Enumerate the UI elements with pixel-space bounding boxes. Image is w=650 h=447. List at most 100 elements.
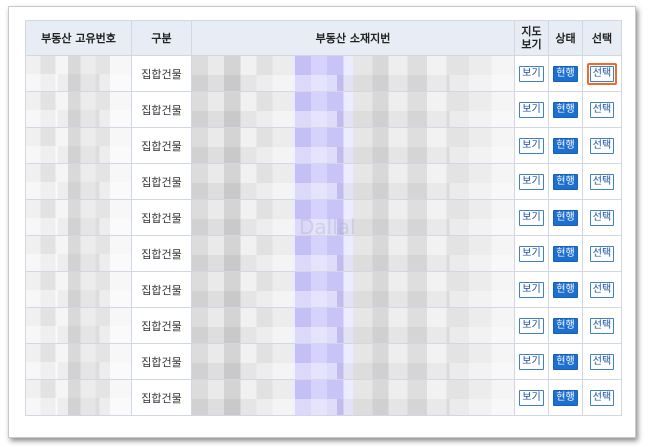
- status-badge[interactable]: 현행: [553, 245, 578, 262]
- header-map-line1: 지도: [521, 25, 542, 38]
- property-id-cell-redacted: [25, 163, 132, 200]
- select-cell: 선택: [582, 163, 622, 200]
- select-wrap: 선택: [588, 100, 616, 120]
- select-cell: 선택: [582, 199, 622, 236]
- map-view-button[interactable]: 보기: [519, 389, 544, 406]
- header-select: 선택: [582, 20, 622, 56]
- property-id-cell-redacted: [25, 55, 132, 92]
- select-cell: 선택: [582, 127, 622, 164]
- map-view-button[interactable]: 보기: [519, 209, 544, 226]
- select-cell: 선택: [582, 235, 622, 272]
- address-cell-redacted: [191, 235, 515, 272]
- type-cell: 집합건물: [131, 91, 192, 128]
- map-cell: 보기: [514, 379, 549, 416]
- select-wrap: 선택: [588, 244, 616, 264]
- type-cell: 집합건물: [131, 307, 192, 344]
- redacted-block: [26, 380, 131, 415]
- header-address: 부동산 소재지번: [191, 20, 515, 56]
- redacted-block: [26, 128, 131, 163]
- redacted-block: [192, 56, 514, 91]
- select-button[interactable]: 선택: [589, 209, 615, 226]
- select-wrap: 선택: [588, 388, 616, 408]
- property-id-cell-redacted: [25, 127, 132, 164]
- status-badge[interactable]: 현행: [553, 209, 578, 226]
- redacted-block: [26, 272, 131, 307]
- table-row: 집합건물 보기 현행 선택: [25, 163, 622, 200]
- select-cell: 선택: [582, 379, 622, 416]
- property-id-cell-redacted: [25, 199, 132, 236]
- map-view-button[interactable]: 보기: [519, 353, 544, 370]
- map-cell: 보기: [514, 235, 549, 272]
- map-cell: 보기: [514, 307, 549, 344]
- select-wrap: 선택: [588, 280, 616, 300]
- map-view-button[interactable]: 보기: [519, 281, 544, 298]
- redacted-block: [26, 92, 131, 127]
- table-row: 집합건물 보기 현행 선택: [25, 55, 622, 92]
- redacted-block: [26, 200, 131, 235]
- status-cell: 현행: [548, 307, 583, 344]
- map-view-button[interactable]: 보기: [519, 101, 544, 118]
- status-cell: 현행: [548, 271, 583, 308]
- status-badge[interactable]: 현행: [553, 101, 578, 118]
- status-badge[interactable]: 현행: [553, 65, 578, 82]
- status-cell: 현행: [548, 163, 583, 200]
- map-view-button[interactable]: 보기: [519, 245, 544, 262]
- type-cell: 집합건물: [131, 199, 192, 236]
- map-cell: 보기: [514, 199, 549, 236]
- property-id-cell-redacted: [25, 307, 132, 344]
- map-view-button[interactable]: 보기: [519, 317, 544, 334]
- header-map-line2: 보기: [521, 38, 542, 51]
- table-row: 집합건물 보기 현행 선택: [25, 91, 622, 128]
- select-cell: 선택: [582, 91, 622, 128]
- map-view-button[interactable]: 보기: [519, 173, 544, 190]
- status-cell: 현행: [548, 199, 583, 236]
- map-cell: 보기: [514, 271, 549, 308]
- select-button[interactable]: 선택: [589, 317, 615, 334]
- address-cell-redacted: [191, 91, 515, 128]
- property-results-table: 부동산 고유번호 구분 부동산 소재지번 지도 보기 상태 선택 집합건물 보기 현행…: [25, 20, 622, 416]
- address-cell-redacted: [191, 163, 515, 200]
- status-cell: 현행: [548, 235, 583, 272]
- select-wrap: 선택: [588, 172, 616, 192]
- select-cell: 선택: [582, 307, 622, 344]
- select-wrap: 선택: [588, 208, 616, 228]
- select-cell: 선택: [582, 343, 622, 380]
- map-view-button[interactable]: 보기: [519, 65, 544, 82]
- address-cell-redacted: [191, 379, 515, 416]
- status-cell: 현행: [548, 127, 583, 164]
- map-view-button[interactable]: 보기: [519, 137, 544, 154]
- type-cell: 집합건물: [131, 55, 192, 92]
- select-button[interactable]: 선택: [589, 245, 615, 262]
- select-button[interactable]: 선택: [589, 389, 615, 406]
- redacted-block: [192, 164, 514, 199]
- select-button[interactable]: 선택: [589, 353, 615, 370]
- status-badge[interactable]: 현행: [553, 389, 578, 406]
- select-wrap: 선택: [588, 352, 616, 372]
- property-id-cell-redacted: [25, 379, 132, 416]
- select-button[interactable]: 선택: [589, 137, 615, 154]
- redacted-block: [26, 56, 131, 91]
- status-cell: 현행: [548, 91, 583, 128]
- redacted-block: [192, 200, 514, 235]
- table-row: 집합건물 보기 현행 선택: [25, 271, 622, 308]
- select-button[interactable]: 선택: [589, 281, 615, 298]
- redacted-block: [192, 92, 514, 127]
- select-cell: 선택: [582, 271, 622, 308]
- redacted-block: [192, 236, 514, 271]
- table-header-row: 부동산 고유번호 구분 부동산 소재지번 지도 보기 상태 선택: [25, 20, 622, 56]
- status-cell: 현행: [548, 343, 583, 380]
- redacted-block: [26, 344, 131, 379]
- select-button[interactable]: 선택: [589, 65, 615, 82]
- status-badge[interactable]: 현행: [553, 137, 578, 154]
- table-row: 집합건물 보기 현행 선택: [25, 343, 622, 380]
- status-badge[interactable]: 현행: [553, 317, 578, 334]
- redacted-block: [192, 128, 514, 163]
- select-button[interactable]: 선택: [589, 173, 615, 190]
- status-badge[interactable]: 현행: [553, 353, 578, 370]
- select-button[interactable]: 선택: [589, 101, 615, 118]
- status-badge[interactable]: 현행: [553, 173, 578, 190]
- status-badge[interactable]: 현행: [553, 281, 578, 298]
- table-row: 집합건물 보기 현행 선택: [25, 199, 622, 236]
- header-type: 구분: [131, 20, 192, 56]
- address-cell-redacted: [191, 271, 515, 308]
